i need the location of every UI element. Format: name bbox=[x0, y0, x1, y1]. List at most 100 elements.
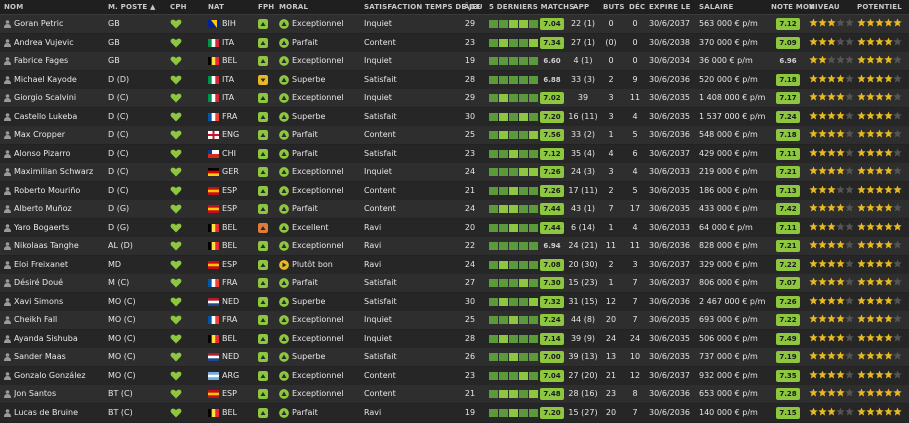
table-row[interactable]: Cheikh Fall MO (C) FRA Exceptionnel Inquiet 2… bbox=[0, 311, 909, 330]
star-icon bbox=[884, 332, 893, 341]
col-header-dec[interactable]: DÉC bbox=[629, 0, 645, 14]
player-name[interactable]: Michael Kayode bbox=[14, 71, 106, 89]
star-icon bbox=[836, 295, 845, 304]
player-age: 25 bbox=[464, 315, 476, 324]
star-icon bbox=[866, 240, 875, 249]
player-name[interactable]: Eloi Freixanet bbox=[14, 256, 106, 274]
star-icon bbox=[866, 147, 875, 156]
player-silhouette-icon bbox=[4, 38, 11, 47]
player-name[interactable]: Xavi Simons bbox=[14, 293, 106, 311]
player-name[interactable]: Cheikh Fall bbox=[14, 311, 106, 329]
star-icon bbox=[845, 221, 854, 230]
form-bar bbox=[519, 168, 528, 176]
table-row[interactable]: Eloi Freixanet MD ESP Plutôt bon Ravi 24 7.08 2… bbox=[0, 255, 909, 275]
player-position: GB bbox=[108, 37, 120, 47]
player-morale: Superbe bbox=[292, 74, 326, 84]
player-morale: Exceptionnel bbox=[292, 389, 344, 398]
player-name[interactable]: Gonzalo González bbox=[14, 367, 106, 385]
col-header-expire[interactable]: EXPIRE LE bbox=[649, 0, 691, 14]
ability-stars bbox=[809, 73, 855, 86]
table-row[interactable]: Yaro Bogaerts D (G) BEL Excellent Ravi 20 7.44… bbox=[0, 218, 909, 238]
table-row[interactable]: Roberto Mouriño D (C) ESP Exceptionnel Conte… bbox=[0, 181, 909, 201]
col-header-salaire[interactable]: SALAIRE bbox=[699, 0, 734, 14]
player-name[interactable]: Alberto Muñoz bbox=[14, 200, 106, 218]
star-icon bbox=[845, 110, 854, 119]
player-name[interactable]: Lucas de Bruine bbox=[14, 404, 106, 422]
player-name[interactable]: Giorgio Scalvini bbox=[14, 89, 106, 107]
player-name[interactable]: Alonso Pizarro bbox=[14, 145, 106, 163]
star-icon bbox=[866, 73, 875, 82]
player-assists: 6 bbox=[632, 148, 638, 158]
player-silhouette-icon bbox=[4, 168, 11, 176]
star-icon bbox=[809, 240, 818, 249]
table-row[interactable]: Jon Santos BT (C) ESP Exceptionnel Content 21… bbox=[0, 385, 909, 404]
heart-icon bbox=[170, 315, 182, 325]
player-appearances: 6 (14) bbox=[570, 222, 596, 232]
player-position: AL (D) bbox=[108, 241, 133, 250]
player-name[interactable]: Maximilian Schwarz bbox=[14, 163, 106, 181]
table-row[interactable]: Castello Lukeba D (C) FRA Superbe Satisfait 3… bbox=[0, 107, 909, 127]
star-icon bbox=[818, 55, 827, 64]
player-name[interactable]: Sander Maas bbox=[14, 348, 106, 366]
star-icon bbox=[809, 221, 818, 230]
player-salary: 520 000 € p/m bbox=[699, 74, 758, 84]
player-name[interactable]: Yaro Bogaerts bbox=[14, 219, 106, 237]
table-row[interactable]: Andrea Vujevic GB ITA Parfait Content 23 7.34 2… bbox=[0, 33, 909, 53]
table-row[interactable]: Michael Kayode D (D) ITA Superbe Satisfait 28… bbox=[0, 70, 909, 90]
heart-icon bbox=[170, 371, 182, 380]
table-row[interactable]: Xavi Simons MO (C) NED Superbe Satisfait 30 7.… bbox=[0, 292, 909, 312]
col-header-app[interactable]: APP bbox=[573, 0, 589, 14]
table-row[interactable]: Ayanda Sishuba MO (C) BEL Exceptionnel Inqui… bbox=[0, 329, 909, 349]
star-icon bbox=[857, 73, 866, 82]
table-row[interactable]: Gonzalo González MO (C) ARG Exceptionnel Con… bbox=[0, 366, 909, 386]
player-name[interactable]: Max Cropper bbox=[14, 126, 106, 144]
player-name[interactable]: Roberto Mouriño bbox=[14, 182, 106, 200]
col-header-niveau[interactable]: NIVEAU bbox=[809, 0, 840, 14]
table-row[interactable]: Goran Petric GB BIH Exceptionnel Inquiet 29 7.… bbox=[0, 15, 909, 34]
col-header-cph[interactable]: CPH bbox=[170, 0, 187, 14]
col-header-form[interactable]: 5 DERNIERS MATCHS bbox=[489, 0, 574, 14]
flag-bel-icon bbox=[208, 57, 219, 65]
col-header-potentiel[interactable]: POTENTIEL bbox=[857, 0, 902, 14]
col-header-moral[interactable]: MORAL bbox=[279, 0, 308, 14]
col-header-age[interactable]: ÂGE bbox=[464, 0, 481, 14]
table-row[interactable]: Giorgio Scalvini D (C) ITA Exceptionnel Inqu… bbox=[0, 89, 909, 108]
col-header-fph[interactable]: FPH bbox=[258, 0, 274, 14]
player-name[interactable]: Ayanda Sishuba bbox=[14, 330, 106, 348]
contract-expiry: 30/6/2036 bbox=[649, 389, 691, 398]
player-name[interactable]: Jon Santos bbox=[14, 385, 106, 403]
player-name[interactable]: Fabrice Fages bbox=[14, 52, 106, 70]
player-name[interactable]: Castello Lukeba bbox=[14, 108, 106, 126]
table-row[interactable]: Alonso Pizarro D (C) CHI Parfait Satisfait 23… bbox=[0, 144, 909, 164]
fitness-icon bbox=[258, 259, 268, 270]
player-silhouette-icon bbox=[4, 408, 11, 417]
table-row[interactable]: Lucas de Bruine BT (C) BEL Parfait Ravi 19 7.2… bbox=[0, 403, 909, 423]
col-header-nat[interactable]: NAT bbox=[208, 0, 224, 14]
star-icon bbox=[857, 203, 866, 212]
player-satisfaction: Ravi bbox=[364, 259, 382, 269]
table-row[interactable]: Fabrice Fages GB BEL Exceptionnel Inquiet 19 6… bbox=[0, 52, 909, 71]
table-row[interactable]: Sander Maas MO (C) NED Superbe Satisfait 26 7.… bbox=[0, 348, 909, 367]
player-name[interactable]: Andrea Vujevic bbox=[14, 34, 106, 52]
player-name[interactable]: Désiré Doué bbox=[14, 274, 106, 292]
player-salary: 563 000 € p/m bbox=[699, 19, 758, 28]
star-icon bbox=[893, 203, 902, 212]
player-name[interactable]: Nikolaas Tanghe bbox=[14, 237, 106, 255]
player-goals: 3 bbox=[608, 93, 614, 102]
player-nationality: BEL bbox=[222, 333, 237, 343]
col-header-poste[interactable]: M. POSTE ▲ bbox=[108, 0, 156, 14]
col-header-note[interactable]: NOTE MOY bbox=[771, 0, 814, 14]
up-arrow-icon bbox=[279, 389, 289, 399]
table-row[interactable]: Nikolaas Tanghe AL (D) BEL Exceptionnel Ravi… bbox=[0, 237, 909, 256]
ability-stars bbox=[809, 277, 855, 289]
table-row[interactable]: Désiré Doué M (C) FRA Parfait Satisfait 27 7.3… bbox=[0, 274, 909, 293]
col-header-buts[interactable]: BUTS bbox=[603, 0, 625, 14]
table-row[interactable]: Maximilian Schwarz D (C) GER Exceptionnel In… bbox=[0, 163, 909, 182]
col-header-nom[interactable]: NOM bbox=[4, 0, 23, 14]
player-name[interactable]: Goran Petric bbox=[14, 15, 106, 33]
fitness-icon bbox=[258, 389, 268, 399]
table-row[interactable]: Max Cropper D (C) ENG Parfait Content 25 7.56 3… bbox=[0, 126, 909, 145]
table-row[interactable]: Alberto Muñoz D (G) ESP Parfait Content 24 7.4… bbox=[0, 200, 909, 219]
form-bars bbox=[489, 186, 541, 195]
form-bar bbox=[499, 75, 508, 84]
